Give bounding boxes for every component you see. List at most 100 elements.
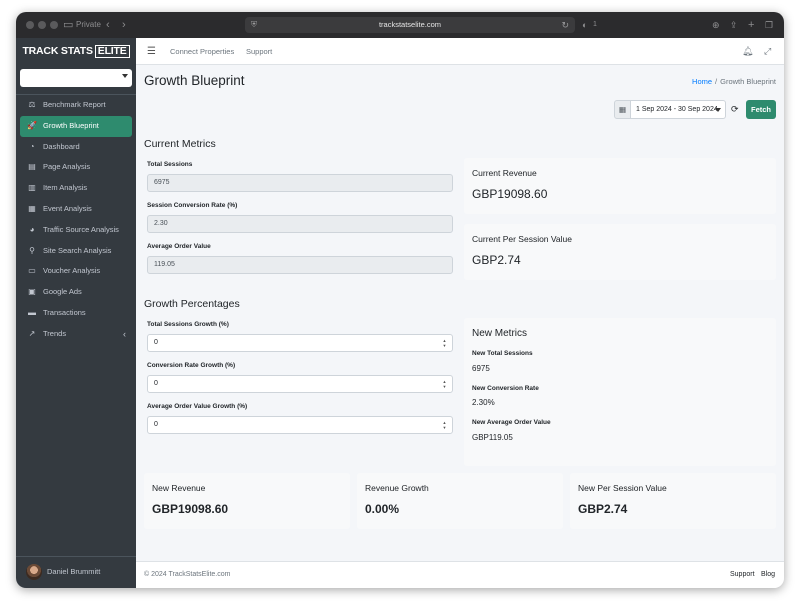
- date-range-value: 1 Sep 2024 - 30 Sep 2024: [636, 106, 718, 113]
- sidebar-item-voucher-analysis[interactable]: ▭ Voucher Analysis: [20, 261, 132, 282]
- sidebar-item-label: Traffic Source Analysis: [43, 224, 119, 234]
- minimize-window-icon[interactable]: [38, 21, 46, 29]
- sessions-growth-label: Total Sessions Growth (%): [147, 321, 229, 328]
- line-chart-icon: ↗: [28, 328, 36, 338]
- share-icon[interactable]: ⇪: [730, 17, 738, 33]
- current-revenue-label: Current Revenue: [472, 168, 537, 178]
- new-conversion-rate-label: New Conversion Rate: [472, 385, 539, 392]
- chart-bar-icon: ▥: [28, 183, 36, 193]
- new-tab-icon[interactable]: +: [748, 17, 754, 33]
- sidebar-item-transactions[interactable]: ▬ Transactions: [20, 303, 132, 324]
- revenue-growth-card: Revenue Growth 0.00%: [357, 473, 563, 529]
- dashboard-icon: ◔: [29, 141, 35, 151]
- bell-icon[interactable]: 🔔︎: [742, 38, 753, 65]
- nav-link-support[interactable]: Support: [246, 38, 272, 65]
- aov-growth-input[interactable]: 0 ▲ ▼: [147, 416, 453, 434]
- search-icon: ⚲: [29, 245, 35, 255]
- chevron-down-icon: [122, 74, 128, 78]
- close-window-icon[interactable]: [26, 21, 34, 29]
- aov-growth-value: 0: [154, 421, 158, 428]
- breadcrumb: Home / Growth Blueprint: [692, 77, 776, 86]
- sidebar-item-label: Page Analysis: [43, 162, 91, 172]
- sidebar-item-item-analysis[interactable]: ▥ Item Analysis: [20, 178, 132, 199]
- private-label: Private: [76, 20, 101, 29]
- sidebar-item-trends[interactable]: ↗ Trends ‹: [20, 324, 132, 345]
- address-bar[interactable]: ⛨ trackstatselite.com ↻: [245, 17, 575, 33]
- footer-link-blog[interactable]: Blog: [761, 562, 775, 588]
- balance-scale-icon: ⚖: [28, 100, 36, 109]
- refresh-icon[interactable]: ⟳: [731, 100, 739, 119]
- growth-percentages-title: Growth Percentages: [144, 298, 240, 310]
- new-aov-value: GBP119.05: [472, 433, 513, 442]
- calendar-icon[interactable]: ▦: [614, 100, 631, 119]
- avatar: [26, 564, 42, 580]
- back-icon[interactable]: ‹: [106, 17, 110, 33]
- rocket-icon: 🚀: [27, 120, 37, 130]
- sidebar: TRACK STATS ELITE ⚖ Benchmark Report 🚀 Growt…: [16, 38, 136, 588]
- footer: © 2024 TrackStatsElite.com Support Blog: [136, 561, 784, 588]
- maximize-window-icon[interactable]: [50, 21, 58, 29]
- conversion-rate-field: 2.30: [147, 215, 453, 233]
- new-per-session-card: New Per Session Value GBP2.74: [570, 473, 776, 529]
- new-total-sessions-value: 6975: [472, 364, 490, 373]
- sidebar-item-event-analysis[interactable]: ▦ Event Analysis: [20, 199, 132, 220]
- sessions-growth-input[interactable]: 0 ▲ ▼: [147, 334, 453, 352]
- fullscreen-icon[interactable]: ⤢: [764, 38, 771, 65]
- ticket-icon: ▭: [28, 266, 36, 276]
- nav-link-connect-properties[interactable]: Connect Properties: [170, 38, 234, 65]
- sidebar-nav: ⚖ Benchmark Report 🚀 Growth Blueprint ◔ Dashb…: [20, 95, 132, 345]
- pie-chart-icon: ◕: [29, 224, 35, 234]
- average-order-value-label: Average Order Value: [147, 243, 211, 250]
- current-revenue-card: Current Revenue GBP19098.60: [464, 158, 776, 214]
- sidebar-item-google-ads[interactable]: ▣ Google Ads: [20, 282, 132, 303]
- sidebar-item-page-analysis[interactable]: ▤ Page Analysis: [20, 157, 132, 178]
- new-revenue-value: GBP19098.60: [152, 502, 229, 516]
- new-total-sessions-label: New Total Sessions: [472, 350, 533, 357]
- sidebar-item-label: Google Ads: [43, 287, 82, 297]
- sidebar-icon[interactable]: ▭: [63, 17, 73, 33]
- file-icon: ▤: [28, 162, 36, 172]
- chevron-left-icon: ‹: [123, 328, 126, 339]
- brand-logo[interactable]: TRACK STATS ELITE: [16, 38, 136, 64]
- extension-icon[interactable]: ◐: [582, 17, 587, 33]
- reload-icon[interactable]: ↻: [561, 17, 569, 33]
- sidebar-item-label: Transactions: [43, 307, 86, 317]
- conversion-growth-value: 0: [154, 380, 158, 387]
- conversion-growth-label: Conversion Rate Growth (%): [147, 362, 236, 369]
- stepper-icon[interactable]: ▲ ▼: [442, 420, 447, 430]
- sidebar-item-growth-blueprint[interactable]: 🚀 Growth Blueprint: [20, 115, 132, 137]
- sidebar-item-benchmark-report[interactable]: ⚖ Benchmark Report: [20, 95, 132, 116]
- sidebar-item-site-search-analysis[interactable]: ⚲ Site Search Analysis: [20, 241, 132, 262]
- main-content: Growth Blueprint Home / Growth Blueprint ▦…: [136, 65, 784, 561]
- property-select[interactable]: [20, 69, 132, 87]
- tabs-icon[interactable]: ❐: [765, 17, 773, 33]
- breadcrumb-home[interactable]: Home: [692, 77, 712, 86]
- page-title: Growth Blueprint: [144, 73, 245, 88]
- browser-window: ▭ Private ‹ › ⛨ trackstatselite.com ↻ ◐ …: [16, 12, 784, 588]
- breadcrumb-current: Growth Blueprint: [720, 77, 776, 86]
- browser-chrome: ▭ Private ‹ › ⛨ trackstatselite.com ↻ ◐ …: [16, 12, 784, 38]
- sidebar-item-dashboard[interactable]: ◔ Dashboard: [20, 137, 132, 158]
- revenue-growth-label: Revenue Growth: [365, 483, 429, 493]
- sidebar-item-label: Voucher Analysis: [43, 266, 101, 276]
- conversion-growth-input[interactable]: 0 ▲ ▼: [147, 375, 453, 393]
- top-navbar: ☰ Connect Properties Support 🔔︎ ⤢: [136, 38, 784, 65]
- total-sessions-field: 6975: [147, 174, 453, 192]
- bars-icon[interactable]: ☰: [147, 38, 156, 65]
- average-order-value-field: 119.05: [147, 256, 453, 274]
- user-name: Daniel Brummitt: [47, 567, 101, 576]
- date-range-picker[interactable]: 1 Sep 2024 - 30 Sep 2024: [631, 100, 726, 119]
- breadcrumb-separator: /: [715, 77, 718, 86]
- revenue-growth-value: 0.00%: [365, 502, 400, 516]
- forward-icon[interactable]: ›: [122, 17, 126, 33]
- sidebar-item-traffic-source-analysis[interactable]: ◕ Traffic Source Analysis: [20, 220, 132, 241]
- address-url: trackstatselite.com: [378, 20, 442, 29]
- sidebar-item-label: Trends: [43, 328, 67, 338]
- footer-link-support[interactable]: Support: [730, 562, 755, 588]
- fetch-button[interactable]: Fetch: [746, 100, 776, 119]
- sessions-growth-value: 0: [154, 339, 158, 346]
- download-icon[interactable]: ⊕: [712, 17, 720, 33]
- stepper-icon[interactable]: ▲ ▼: [442, 379, 447, 389]
- stepper-icon[interactable]: ▲ ▼: [442, 338, 447, 348]
- sidebar-item-label: Site Search Analysis: [43, 245, 112, 255]
